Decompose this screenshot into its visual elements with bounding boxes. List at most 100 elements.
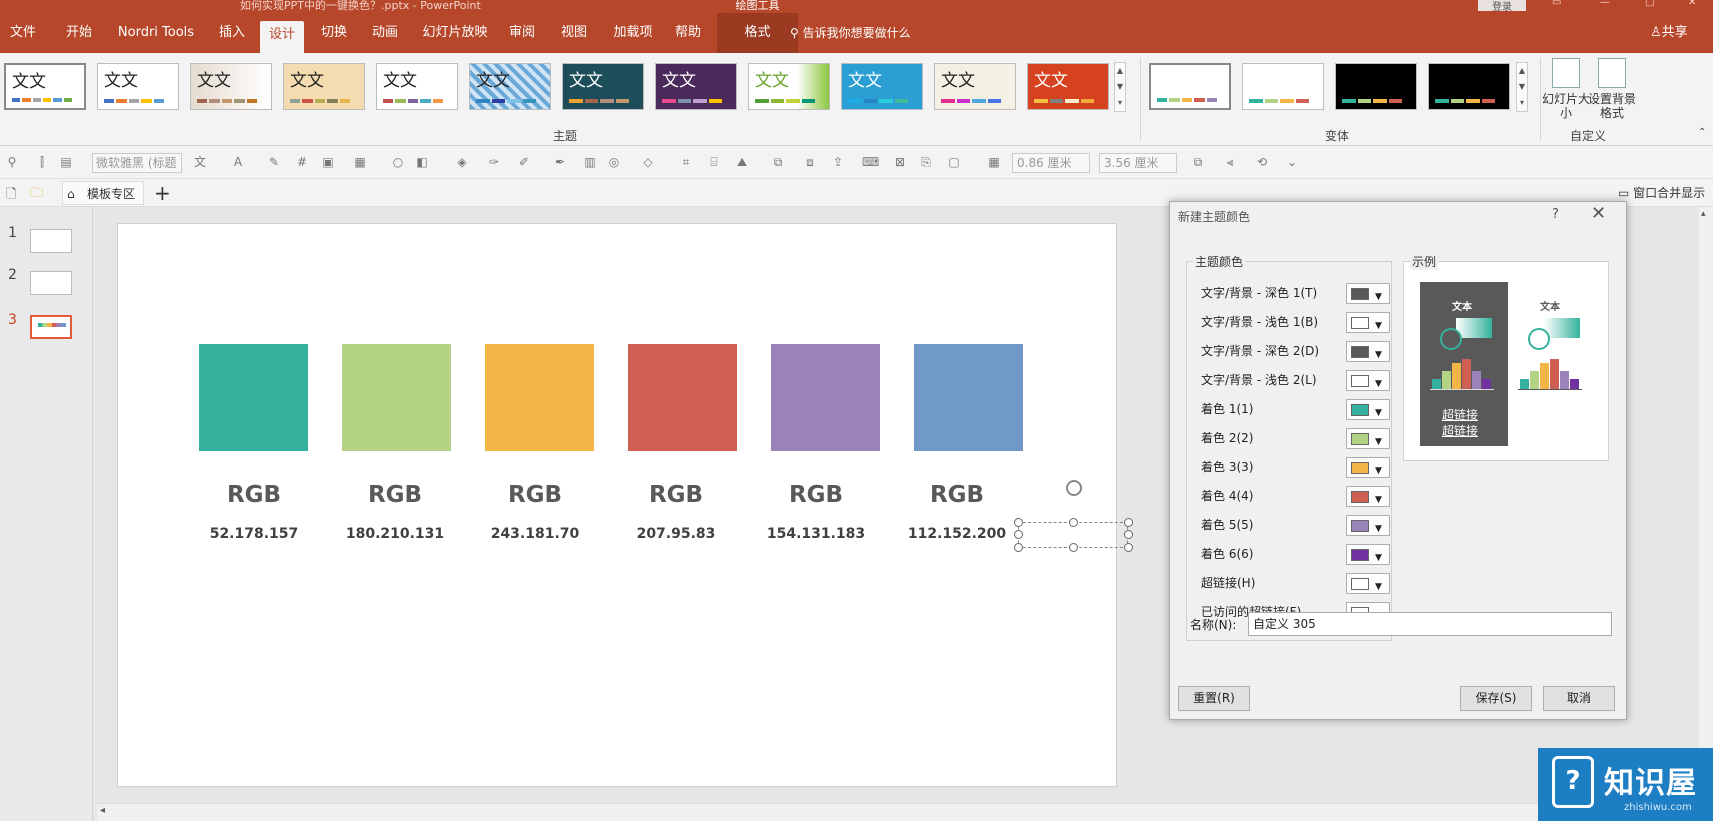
- merge-windows-button[interactable]: ▭ 窗口合并显示: [1618, 179, 1705, 207]
- tab-slideshow[interactable]: 幻灯片放映: [418, 13, 492, 53]
- theme-thumb-6[interactable]: 文文: [469, 63, 551, 110]
- login-button[interactable]: 登录: [1478, 0, 1526, 13]
- color-swatch-2[interactable]: [342, 344, 451, 451]
- help-icon[interactable]: ?: [1552, 207, 1559, 222]
- rgb-heading[interactable]: RGB: [475, 482, 595, 508]
- theme-thumb-4[interactable]: 文文: [283, 63, 365, 110]
- merge-shapes-icon[interactable]: ◎: [606, 154, 622, 170]
- theme-thumb-12[interactable]: 文文: [1027, 63, 1109, 110]
- rotate-handle-icon[interactable]: [1066, 480, 1082, 496]
- eyedropper-icon[interactable]: ✑: [486, 154, 502, 170]
- rgb-value[interactable]: 154.131.183: [746, 526, 886, 542]
- color-picker-button[interactable]: ▼: [1346, 573, 1390, 594]
- variant-thumb-2[interactable]: [1242, 63, 1324, 110]
- color-picker-button[interactable]: ▼: [1346, 515, 1390, 536]
- font-name-box[interactable]: 微软雅黑 (标题: [92, 153, 182, 173]
- effects-icon[interactable]: ◇: [640, 154, 656, 170]
- tell-me-search[interactable]: ⚲ 告诉我你想要做什么: [790, 13, 911, 53]
- tab-home[interactable]: 开始: [56, 13, 102, 53]
- rgb-value[interactable]: 52.178.157: [184, 526, 324, 542]
- mountain-icon[interactable]: ⛰: [734, 154, 750, 170]
- theme-thumb-11[interactable]: 文文: [934, 63, 1016, 110]
- tab-nordri-tools[interactable]: Nordri Tools: [108, 13, 204, 53]
- cancel-button[interactable]: 取消: [1543, 686, 1615, 711]
- horizontal-scrollbar[interactable]: ◂: [97, 803, 1713, 821]
- color-swatch-4[interactable]: [628, 344, 737, 451]
- table-icon[interactable]: ▦: [352, 154, 368, 170]
- keyboard-icon[interactable]: ⌨: [862, 154, 879, 170]
- tab-file[interactable]: 文件: [0, 13, 46, 53]
- grid-icon[interactable]: ▦: [986, 154, 1002, 170]
- dropper-icon[interactable]: ✒: [552, 154, 568, 170]
- group-icon[interactable]: ⧉: [770, 154, 786, 170]
- color-picker-button[interactable]: ▼: [1346, 370, 1390, 391]
- layout-icon[interactable]: ▤: [58, 154, 74, 170]
- tab-help[interactable]: 帮助: [664, 13, 712, 53]
- ribbon-display-icon[interactable]: ▭: [1552, 0, 1561, 8]
- slide-thumbnail-2[interactable]: [30, 271, 72, 295]
- color-swatch-6[interactable]: [914, 344, 1023, 451]
- rotate-icon[interactable]: ⟲: [1254, 154, 1270, 170]
- slide-thumbnail-3[interactable]: [30, 315, 72, 339]
- new-file-icon[interactable]: 🗋: [6, 185, 16, 207]
- color-picker-button[interactable]: ▼: [1346, 312, 1390, 333]
- resize-handle[interactable]: [1014, 518, 1023, 527]
- vertical-scrollbar[interactable]: ▴: [1699, 207, 1713, 803]
- copy-format-icon[interactable]: ⧉: [1190, 154, 1206, 170]
- rgb-heading[interactable]: RGB: [335, 482, 455, 508]
- theme-thumb-2[interactable]: 文文: [97, 63, 179, 110]
- color-picker-button[interactable]: ▼: [1346, 428, 1390, 449]
- tab-transitions[interactable]: 切换: [312, 13, 356, 53]
- fill-icon[interactable]: ◧: [414, 154, 430, 170]
- theme-thumb-9[interactable]: 文文: [748, 63, 830, 110]
- color-picker-button[interactable]: ▼: [1346, 341, 1390, 362]
- bring-forward-icon[interactable]: ⇪: [830, 154, 846, 170]
- tab-format[interactable]: 格式: [717, 13, 798, 53]
- reset-button[interactable]: 重置(R): [1178, 686, 1250, 711]
- color-picker-button[interactable]: ▼: [1346, 544, 1390, 565]
- share-button[interactable]: ♙共享: [1650, 13, 1688, 53]
- rgb-heading[interactable]: RGB: [897, 482, 1017, 508]
- paint-bucket-icon[interactable]: ◈: [454, 154, 470, 170]
- align-left-icon[interactable]: ⫷: [1222, 154, 1238, 170]
- slide[interactable]: RGB RGB RGB RGB RGB RGB 52.178.157 180.2…: [117, 223, 1133, 787]
- theme-thumb-3[interactable]: 文文: [190, 63, 272, 110]
- color-swatch-1[interactable]: [199, 344, 308, 451]
- pen-icon[interactable]: ✎: [266, 154, 282, 170]
- picture-icon[interactable]: ▣: [320, 154, 336, 170]
- align-icon[interactable]: ⚲: [4, 154, 20, 170]
- color-swatch-3[interactable]: [485, 344, 594, 451]
- resize-handle[interactable]: [1124, 530, 1133, 539]
- color-picker-button[interactable]: ▼: [1346, 457, 1390, 478]
- scroll-left-icon[interactable]: ◂: [100, 805, 105, 816]
- color-swatch-5[interactable]: [771, 344, 880, 451]
- variant-thumb-4[interactable]: [1428, 63, 1510, 110]
- chart-icon[interactable]: ▥: [582, 154, 598, 170]
- distribute-icon[interactable]: ⫿: [34, 154, 50, 170]
- save-button[interactable]: 保存(S): [1460, 686, 1532, 711]
- slide-thumbnail-1[interactable]: [30, 229, 72, 253]
- variant-thumb-1[interactable]: [1149, 63, 1231, 110]
- rgb-value[interactable]: 112.152.200: [887, 526, 1027, 542]
- resize-handle[interactable]: [1124, 543, 1133, 552]
- resize-handle[interactable]: [1069, 518, 1078, 527]
- theme-thumb-office[interactable]: 文文: [4, 63, 86, 110]
- rgb-value[interactable]: 207.95.83: [606, 526, 746, 542]
- rgb-heading[interactable]: RGB: [194, 482, 314, 508]
- resize-handle[interactable]: [1124, 518, 1133, 527]
- ungroup-icon[interactable]: ⧈: [802, 154, 818, 170]
- collapse-ribbon-icon[interactable]: ⌃: [1698, 127, 1706, 138]
- theme-thumb-10[interactable]: 文文: [841, 63, 923, 110]
- tab-view[interactable]: 视图: [552, 13, 596, 53]
- theme-thumb-8[interactable]: 文文: [655, 63, 737, 110]
- tab-addins[interactable]: 加载项: [606, 13, 660, 53]
- template-tab[interactable]: ⌂ 模板专区: [62, 181, 144, 205]
- shape-height-input[interactable]: 3.56 厘米: [1099, 153, 1177, 173]
- folder-icon[interactable]: 🗀: [30, 184, 43, 206]
- size-icon[interactable]: ▢: [946, 154, 962, 170]
- resize-handle[interactable]: [1069, 543, 1078, 552]
- rgb-value[interactable]: 243.181.70: [465, 526, 605, 542]
- add-tab-button[interactable]: +: [154, 179, 171, 207]
- rgb-heading[interactable]: RGB: [616, 482, 736, 508]
- color-picker-button[interactable]: ▼: [1346, 486, 1390, 507]
